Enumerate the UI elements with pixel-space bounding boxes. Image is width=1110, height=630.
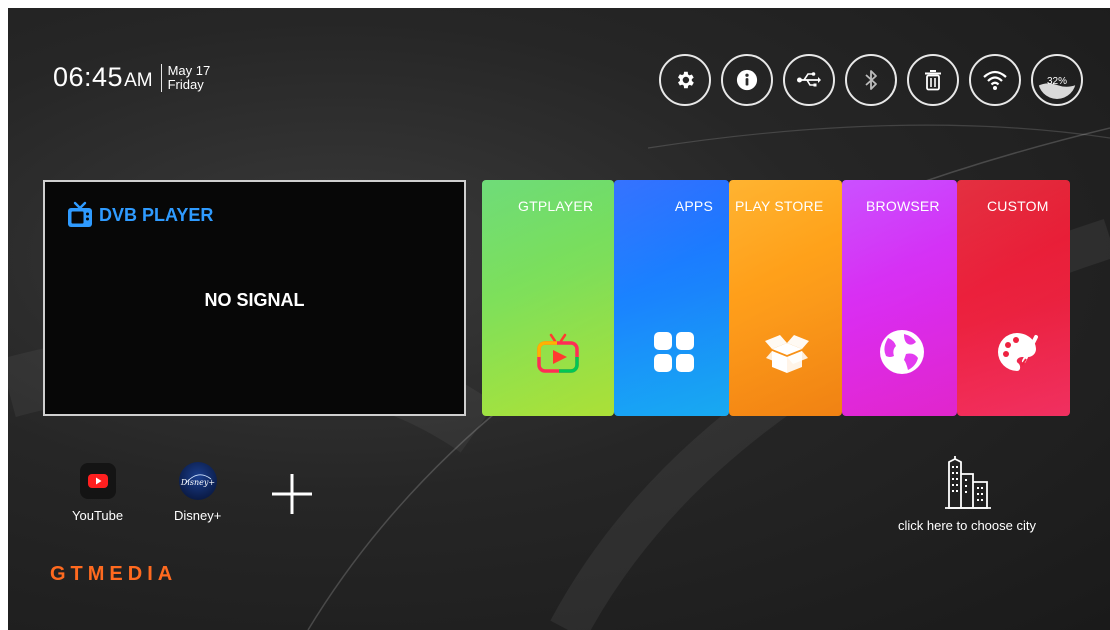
globe-icon: [876, 326, 928, 378]
tile-shade: [482, 180, 614, 416]
tile-label: APPS: [674, 198, 713, 214]
tile-gtplayer[interactable]: GTPLAYER: [482, 180, 614, 416]
clock-date-text: May 17: [167, 62, 211, 78]
clock-time: 06:45: [53, 62, 124, 92]
launcher-screen: 06:45 AM May 17 Friday 32% DVB PLAYER NO…: [8, 8, 1110, 630]
storage-button[interactable]: 32%: [1031, 54, 1083, 106]
wifi-icon: [983, 70, 1007, 90]
tile-shade: [957, 180, 1070, 416]
tile-apps[interactable]: APPS: [614, 180, 729, 416]
brand-name: GTMEDIA: [50, 563, 177, 583]
info-icon: [736, 69, 758, 91]
tile-label: PLAY STORE: [735, 198, 824, 214]
tile-play-store[interactable]: PLAY STORE: [729, 180, 842, 416]
add-shortcut-button[interactable]: [270, 472, 314, 516]
clock-date: May 17 Friday: [167, 62, 211, 92]
tile-shade: [842, 180, 957, 416]
weather-city-widget[interactable]: click here to choose city: [882, 452, 1052, 533]
dvb-header: DVB PLAYER: [65, 200, 213, 230]
tile-label: CUSTOM: [987, 198, 1049, 214]
tile-label: GTPLAYER: [518, 198, 594, 214]
disney-logo-text: Disney+: [180, 478, 215, 487]
disney-plus-icon: Disney+: [177, 460, 219, 502]
shortcut-disney-plus[interactable]: Disney+ Disney+: [174, 460, 221, 523]
bluetooth-icon: [865, 70, 877, 90]
tile-shade: [729, 180, 842, 416]
storage-percent: 32%: [1047, 76, 1067, 87]
clean-button[interactable]: [907, 54, 959, 106]
city-buildings-icon: [945, 456, 991, 509]
shortcut-label: Disney+: [174, 508, 222, 523]
clock-ampm: AM: [124, 69, 153, 91]
plus-icon: [272, 474, 312, 514]
shortcut-youtube[interactable]: YouTube: [72, 460, 123, 523]
dvb-title: DVB PLAYER: [99, 204, 214, 225]
tile-shade: [614, 180, 729, 416]
gtmedia-logo: GTMEDIA: [50, 561, 220, 588]
clock-separator: [160, 63, 162, 92]
gtplayer-play-icon: [532, 326, 584, 378]
tv-icon: [68, 201, 92, 227]
dvb-signal-status: NO SIGNAL: [204, 290, 305, 310]
settings-button[interactable]: [659, 54, 711, 106]
usb-button[interactable]: [783, 54, 835, 106]
palette-icon: [991, 326, 1043, 378]
youtube-icon: [77, 460, 119, 502]
usb-icon: [797, 72, 821, 87]
clock-widget: 06:45 AM May 17 Friday: [53, 62, 210, 93]
trash-icon: [925, 70, 941, 91]
storage-icon: 32%: [1038, 76, 1076, 99]
choose-city-text: click here to choose city: [897, 518, 1036, 533]
tile-custom[interactable]: CUSTOM: [957, 180, 1070, 416]
tile-label: BROWSER: [866, 198, 940, 214]
bluetooth-button[interactable]: [845, 54, 897, 106]
status-bar: 32%: [659, 54, 1083, 106]
settings-gear-icon: [678, 71, 694, 89]
tile-browser[interactable]: BROWSER: [842, 180, 957, 416]
info-button[interactable]: [721, 54, 773, 106]
box-icon: [761, 326, 813, 378]
clock-day-text: Friday: [167, 76, 204, 92]
wifi-button[interactable]: [969, 54, 1021, 106]
apps-grid-icon: [648, 326, 700, 378]
shortcut-label: YouTube: [72, 508, 124, 523]
dvb-player-panel[interactable]: DVB PLAYER NO SIGNAL: [43, 180, 466, 416]
